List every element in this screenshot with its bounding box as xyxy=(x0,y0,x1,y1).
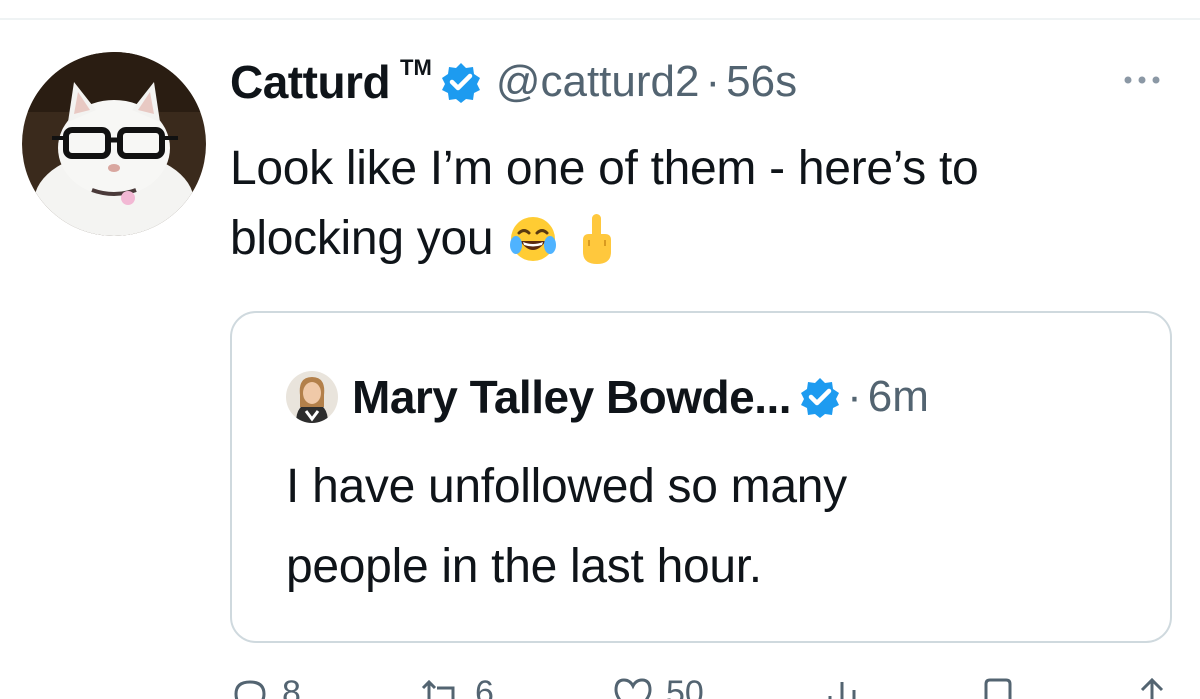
quoted-tweet-card[interactable]: Mary Talley Bowde... · 6m I have unfollo… xyxy=(230,311,1172,643)
tweet-text: Look like I’m one of them - here’s to bl… xyxy=(230,134,1190,274)
author-handle[interactable]: @catturd2 xyxy=(496,57,700,107)
woman-portrait-avatar xyxy=(286,371,338,423)
quoted-header-separator: · xyxy=(847,372,862,421)
reply-button[interactable]: 8 xyxy=(230,676,301,699)
bookmark-button[interactable] xyxy=(980,676,1016,699)
reply-count: 8 xyxy=(282,676,301,699)
author-display-name[interactable]: Catturd xyxy=(230,55,391,109)
tweet-text-line-2-row: blocking you xyxy=(230,204,1190,274)
like-button[interactable]: 50 xyxy=(612,676,704,699)
share-icon xyxy=(1140,677,1164,699)
quoted-author-name[interactable]: Mary Talley Bowde... xyxy=(352,370,792,424)
tweet-text-line-2: blocking you xyxy=(230,212,494,265)
tweet-header: Catturd TM @catturd2 · 56s xyxy=(230,52,797,112)
tweet-timestamp[interactable]: 56s xyxy=(726,57,797,107)
quoted-author-avatar[interactable] xyxy=(286,371,338,423)
reply-icon xyxy=(234,680,266,699)
quoted-tweet-timestamp[interactable]: 6m xyxy=(868,372,929,422)
share-button[interactable] xyxy=(1134,676,1170,699)
face-with-tears-of-joy-emoji xyxy=(509,215,557,263)
bookmark-icon xyxy=(984,678,1012,699)
more-options-button[interactable] xyxy=(1118,62,1166,98)
more-dots-icon xyxy=(1124,76,1160,84)
views-icon xyxy=(828,682,856,699)
retweet-icon xyxy=(421,679,455,699)
tweet-text-line-1: Look like I’m one of them - here’s to xyxy=(230,142,979,195)
quoted-text-line-1: I have unfollowed so many xyxy=(286,460,847,513)
quoted-text-line-2: people in the last hour. xyxy=(286,540,762,593)
retweet-count: 6 xyxy=(474,676,494,699)
views-button[interactable] xyxy=(822,676,862,699)
tweet-actions-bar: 8 6 50 xyxy=(230,676,1170,699)
cat-avatar-image xyxy=(22,52,206,236)
author-avatar[interactable] xyxy=(22,52,206,236)
quoted-tweet-text: I have unfollowed so many people in the … xyxy=(286,447,1046,607)
like-count: 50 xyxy=(665,676,704,699)
top-divider xyxy=(0,18,1200,20)
trademark-label: TM xyxy=(400,55,432,80)
like-icon xyxy=(614,678,652,699)
middle-finger-emoji xyxy=(579,212,613,266)
verified-badge-icon xyxy=(440,61,482,103)
quoted-verified-badge-icon xyxy=(799,376,841,418)
retweet-button[interactable]: 6 xyxy=(419,676,494,699)
header-separator: · xyxy=(705,57,721,106)
quoted-tweet-header: Mary Talley Bowde... · 6m xyxy=(286,367,929,427)
